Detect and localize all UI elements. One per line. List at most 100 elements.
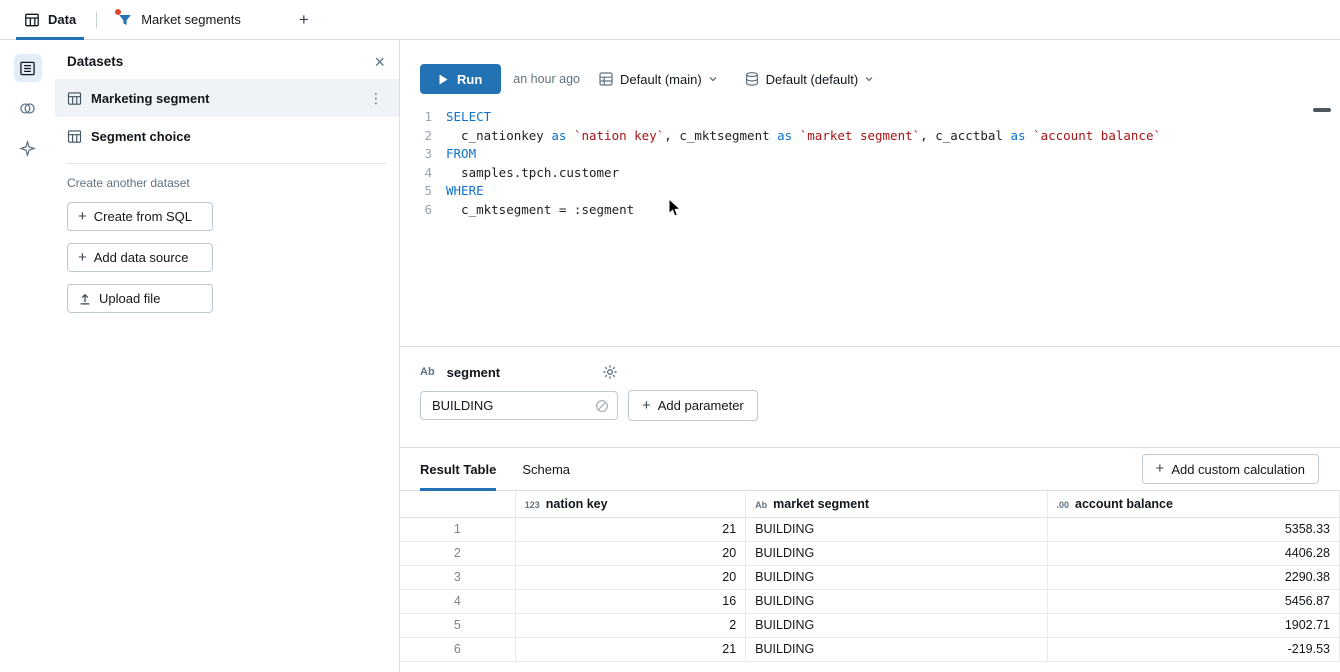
row-number: 4	[400, 589, 515, 613]
table-row[interactable]: 52BUILDING1902.71	[400, 613, 1340, 637]
rail-sparkle-button[interactable]	[14, 134, 42, 162]
add-tab-button[interactable]: +	[291, 10, 317, 30]
table-cell: 2290.38	[1047, 565, 1340, 589]
tab-market-segments-label: Market segments	[141, 12, 241, 27]
sidebar-buttons: +Create from SQL +Add data source Upload f…	[55, 202, 399, 313]
kebab-menu-icon[interactable]: ⋮	[365, 90, 387, 107]
column-label: nation key	[546, 497, 608, 511]
column-type-icon: .00	[1057, 500, 1070, 510]
filter-funnel-icon	[117, 12, 133, 28]
create-section-label: Create another dataset	[55, 164, 399, 202]
catalog-selector[interactable]: Default (main)	[598, 71, 718, 87]
code-line[interactable]: 6 c_mktsegment = :segment	[400, 201, 1340, 220]
dataset-label: Segment choice	[91, 129, 191, 144]
table-cell: 21	[515, 637, 745, 661]
code-line[interactable]: 4 samples.tpch.customer	[400, 164, 1340, 183]
row-number: 6	[400, 637, 515, 661]
rail-join-button[interactable]	[14, 94, 42, 122]
table-row[interactable]: 621BUILDING-219.53	[400, 637, 1340, 661]
dataset-item-segment-choice[interactable]: Segment choice	[55, 117, 399, 155]
column-header-account-balance[interactable]: .00 account balance	[1047, 491, 1340, 517]
clear-value-icon[interactable]	[595, 399, 609, 413]
dataset-item-marketing-segment[interactable]: Marketing segment⋮	[55, 79, 399, 117]
table-cell: BUILDING	[746, 517, 1047, 541]
table-cell: 5358.33	[1047, 517, 1340, 541]
datasets-panel-icon	[19, 60, 36, 77]
parameter-value-input[interactable]	[423, 398, 595, 413]
column-header-market-segment[interactable]: Ab market segment	[746, 491, 1047, 517]
plus-icon: +	[78, 252, 87, 264]
tab-result-table[interactable]: Result Table	[420, 448, 496, 490]
code-line[interactable]: 1SELECT	[400, 108, 1340, 127]
row-number-header	[400, 491, 515, 517]
code-line[interactable]: 3FROM	[400, 145, 1340, 164]
row-number: 1	[400, 517, 515, 541]
table-cell: 20	[515, 565, 745, 589]
icon-rail	[0, 40, 55, 672]
plus-icon: +	[642, 400, 651, 412]
add-data-source-button[interactable]: +Add data source	[67, 243, 213, 272]
line-number: 3	[400, 145, 446, 164]
table-cell: BUILDING	[746, 589, 1047, 613]
code-line[interactable]: 2 c_nationkey as `nation key`, c_mktsegm…	[400, 127, 1340, 146]
upload-file-button[interactable]: Upload file	[67, 284, 213, 313]
results-panel: Result Table Schema + Add custom calculat…	[400, 447, 1340, 672]
tab-bar: Data Market segments +	[0, 0, 1340, 40]
table-cell: 16	[515, 589, 745, 613]
tab-data[interactable]: Data	[14, 0, 86, 39]
create-from-sql-button[interactable]: +Create from SQL	[67, 202, 213, 231]
column-header-nation-key[interactable]: 123 nation key	[515, 491, 745, 517]
row-number: 5	[400, 613, 515, 637]
code-line[interactable]: 5WHERE	[400, 182, 1340, 201]
line-number: 1	[400, 108, 446, 127]
datasets-panel: Datasets × Marketing segment⋮Segment cho…	[55, 40, 400, 672]
table-cell: BUILDING	[746, 565, 1047, 589]
tab-schema[interactable]: Schema	[522, 448, 570, 490]
tab-market-segments[interactable]: Market segments	[107, 0, 251, 39]
close-panel-icon[interactable]: ×	[374, 55, 385, 69]
database-icon	[744, 71, 760, 87]
data-grid-icon	[24, 12, 40, 28]
column-label: market segment	[773, 497, 869, 511]
editor-scrollbar-thumb[interactable]	[1313, 108, 1331, 112]
join-icon	[19, 100, 36, 117]
gear-icon[interactable]	[602, 364, 618, 380]
table-cell: BUILDING	[746, 637, 1047, 661]
table-row[interactable]: 320BUILDING2290.38	[400, 565, 1340, 589]
column-label: account balance	[1075, 497, 1173, 511]
table-cell: 21	[515, 517, 745, 541]
run-button[interactable]: Run	[420, 64, 501, 94]
parameter-name: segment	[447, 365, 500, 380]
plus-icon: +	[78, 211, 87, 223]
add-custom-calculation-button[interactable]: + Add custom calculation	[1142, 454, 1319, 484]
rail-datasets-button[interactable]	[14, 54, 42, 82]
editor-toolbar: Run an hour ago Default (main)	[400, 40, 1340, 94]
sparkle-icon	[19, 140, 36, 157]
sql-code[interactable]: 1SELECT2 c_nationkey as `nation key`, c_…	[400, 108, 1340, 219]
chevron-down-icon	[708, 74, 718, 84]
column-type-icon: 123	[525, 500, 540, 510]
table-cell: 4406.28	[1047, 541, 1340, 565]
filter-alert-dot	[115, 9, 121, 15]
tab-separator	[96, 12, 97, 28]
add-parameter-button[interactable]: + Add parameter	[628, 390, 758, 421]
line-number: 4	[400, 164, 446, 183]
table-cell: BUILDING	[746, 541, 1047, 565]
chevron-down-icon	[864, 74, 874, 84]
table-row[interactable]: 416BUILDING5456.87	[400, 589, 1340, 613]
table-icon	[67, 91, 82, 106]
catalog-icon	[598, 71, 614, 87]
row-number: 3	[400, 565, 515, 589]
column-type-icon: Ab	[755, 500, 767, 510]
table-cell: -219.53	[1047, 637, 1340, 661]
schema-selector[interactable]: Default (default)	[744, 71, 875, 87]
table-icon	[67, 129, 82, 144]
parameter-input-wrap	[420, 391, 618, 420]
table-cell: 20	[515, 541, 745, 565]
tab-data-label: Data	[48, 12, 76, 27]
upload-icon	[78, 292, 92, 306]
line-number: 2	[400, 127, 446, 146]
table-row[interactable]: 220BUILDING4406.28	[400, 541, 1340, 565]
table-cell: 1902.71	[1047, 613, 1340, 637]
table-row[interactable]: 121BUILDING5358.33	[400, 517, 1340, 541]
